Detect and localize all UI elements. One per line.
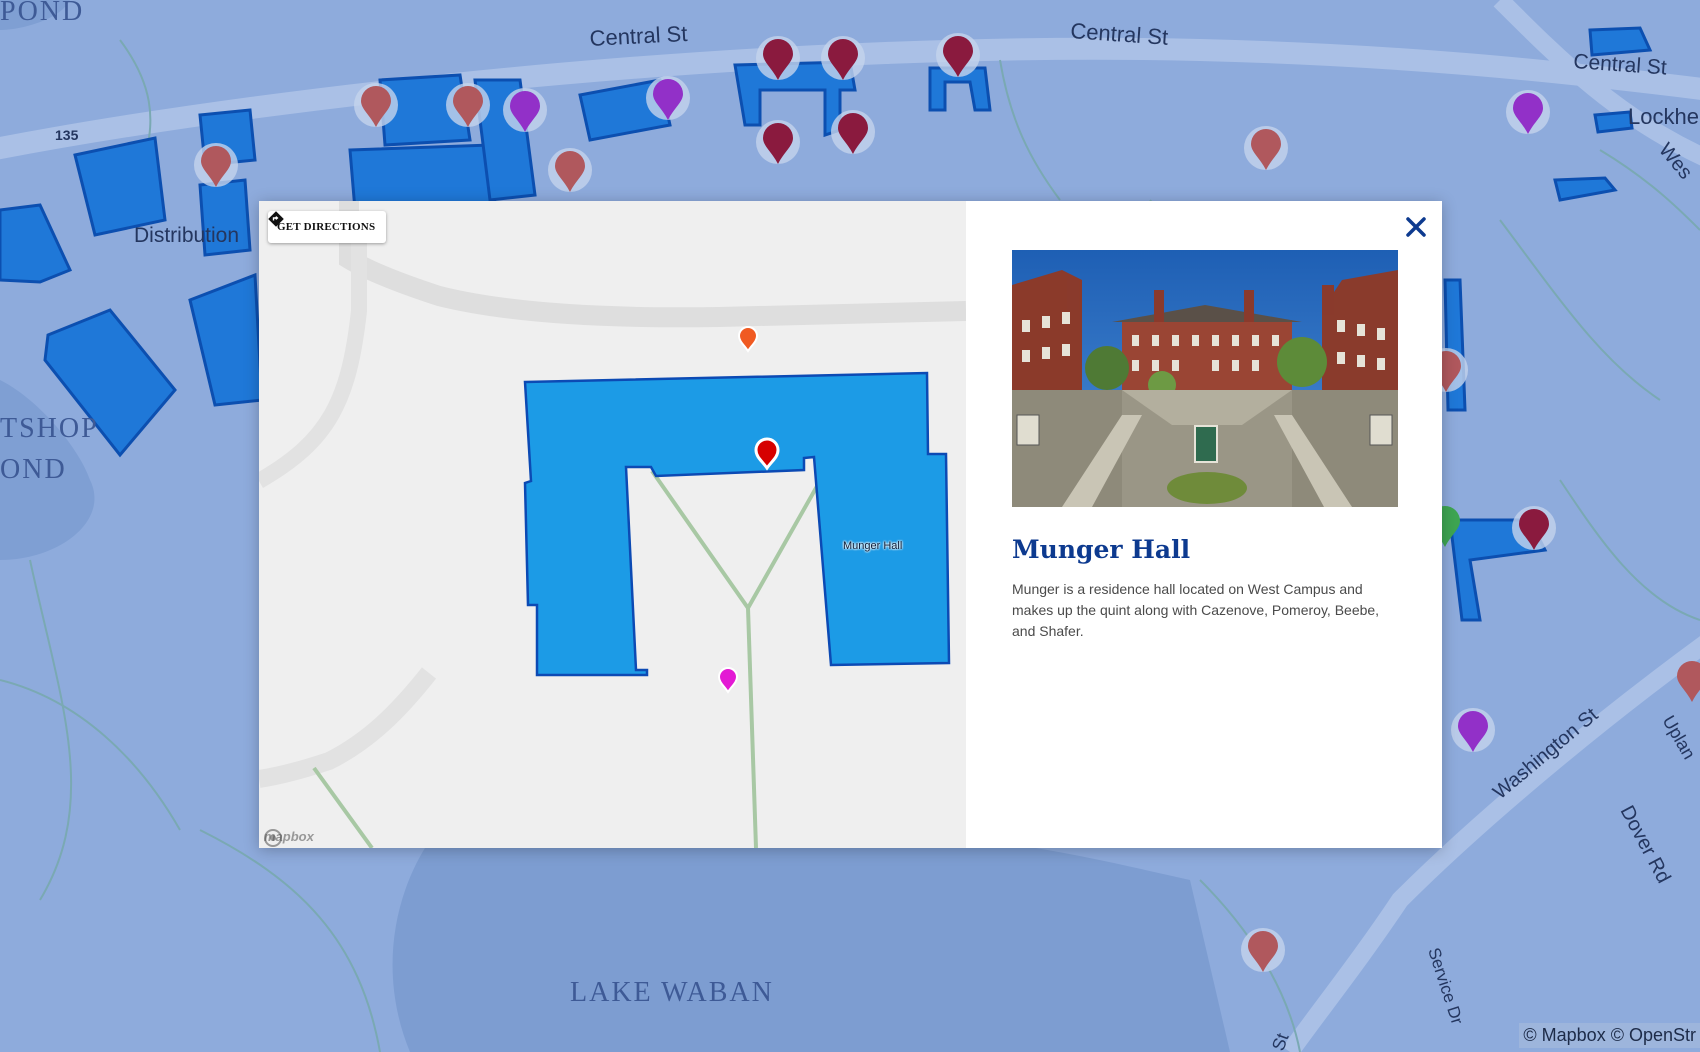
building-label-munger-hall: Munger Hall: [843, 540, 903, 552]
building-photo: [1012, 250, 1398, 507]
water-label-ond: OND: [0, 454, 67, 485]
map-pin-icon[interactable]: [503, 88, 547, 132]
map-pin-icon[interactable]: [194, 143, 238, 187]
water-label-tshop: TSHOP: [0, 413, 99, 444]
map-pin-icon[interactable]: [821, 36, 865, 80]
map-pin-icon[interactable]: [756, 120, 800, 164]
mapbox-logo[interactable]: mapbox: [264, 829, 314, 847]
street-label-central-st-1: Central St: [589, 21, 688, 51]
map-pin-icon[interactable]: [756, 36, 800, 80]
map-pin-icon[interactable]: [831, 110, 875, 154]
building-description: Munger is a residence hall located on We…: [1012, 581, 1380, 639]
map-pin-icon[interactable]: [548, 148, 592, 192]
place-label-distribution: Distribution: [134, 224, 239, 247]
inset-map[interactable]: Munger Hall GET DIRECTIONS mapbox: [259, 201, 967, 848]
info-panel: Munger Hall Munger is a residence hall l…: [966, 201, 1442, 848]
water-label-pond: POND: [0, 0, 84, 27]
close-icon: [1406, 217, 1426, 237]
map-pin-icon[interactable]: [1244, 126, 1288, 170]
map-pin-icon[interactable]: [1506, 90, 1550, 134]
building-title: Munger Hall: [1012, 535, 1191, 564]
route-label-135: 135: [55, 127, 79, 143]
map-pin-icon[interactable]: [354, 83, 398, 127]
map-pin-icon[interactable]: [446, 83, 490, 127]
map-attribution[interactable]: © Mapbox © OpenStr: [1519, 1023, 1700, 1048]
get-directions-button[interactable]: GET DIRECTIONS: [268, 211, 387, 243]
map-pin-icon[interactable]: [1451, 708, 1495, 752]
water-label-lake-waban: LAKE WABAN: [570, 977, 774, 1008]
munger-hall-photo-image: [1012, 250, 1398, 507]
map-pin-icon[interactable]: [646, 76, 690, 120]
map-pin-icon[interactable]: [936, 33, 980, 77]
street-label-lockhe: Lockhe: [1628, 104, 1699, 129]
mapbox-logo-icon: [264, 829, 282, 847]
map-pin-icon[interactable]: [1512, 506, 1556, 550]
map-pin-icon[interactable]: [1241, 928, 1285, 972]
close-button[interactable]: [1403, 214, 1429, 240]
directions-diamond-icon: [268, 211, 284, 227]
location-modal: Munger Hall GET DIRECTIONS mapbox Munger…: [259, 201, 1442, 848]
get-directions-label: GET DIRECTIONS: [277, 221, 376, 233]
